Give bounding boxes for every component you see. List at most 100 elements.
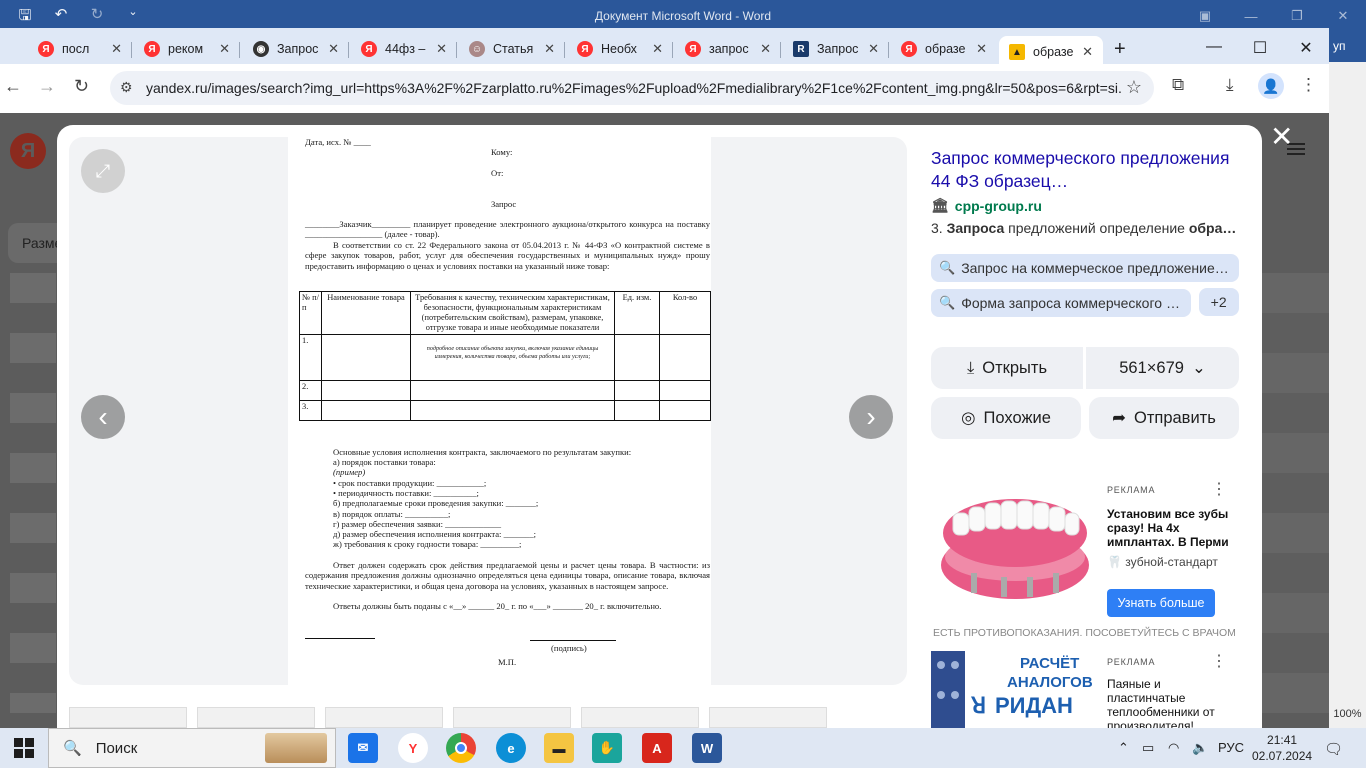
- maximize-icon[interactable]: ☐: [1237, 38, 1283, 58]
- battery-icon[interactable]: ▭: [1142, 740, 1154, 756]
- new-tab-icon[interactable]: +: [1114, 38, 1126, 61]
- tab-close-icon[interactable]: ✕: [328, 41, 339, 57]
- table-header: Кол-во: [659, 290, 711, 336]
- doc-signature: (подпись): [551, 643, 587, 653]
- ad-cta-button[interactable]: Узнать больше: [1107, 589, 1215, 617]
- tab-close-icon[interactable]: ✕: [436, 41, 447, 57]
- thumbnail[interactable]: [453, 707, 571, 728]
- taskbar-search[interactable]: 🔍 Поиск: [48, 728, 336, 768]
- forward-icon[interactable]: →: [38, 76, 56, 97]
- ad-headline[interactable]: Установим все зубы сразу! На 4х импланта…: [1107, 507, 1229, 549]
- doc-condition: • периодичность поставки: __________;: [333, 488, 479, 498]
- more-queries-chip[interactable]: +2: [1198, 288, 1239, 316]
- tab[interactable]: R Запрос ✕: [783, 34, 889, 64]
- ad-card[interactable]: РЕКЛАМА ⋮ Установим все зубы сразу! На 4…: [931, 473, 1237, 643]
- related-query-chip[interactable]: 🔍 Форма запроса коммерческого …: [931, 289, 1191, 317]
- zoom-level: 100%: [1333, 708, 1362, 720]
- ad-card[interactable]: РАСЧЁТ АНАЛОГОВ РИДАН ꓤ РЕКЛАМА ⋮ Паяные…: [931, 645, 1237, 728]
- image-info-panel: Запрос коммерческого предложения 44 ФЗ о…: [919, 137, 1251, 439]
- tab[interactable]: Яобразе ✕: [891, 34, 997, 64]
- thumbnail[interactable]: [709, 707, 827, 728]
- ad-image-text: АНАЛОГОВ: [1007, 674, 1093, 691]
- doc-from: От:: [491, 168, 504, 178]
- thumbnail[interactable]: [69, 707, 187, 728]
- tab-close-icon[interactable]: ✕: [652, 41, 663, 57]
- word-scrollbar[interactable]: [1329, 62, 1366, 728]
- tab-close-icon[interactable]: ✕: [868, 41, 879, 57]
- related-query-chip[interactable]: 🔍 Запрос на коммерческое предложение…: [931, 254, 1239, 282]
- tab[interactable]: Яреком ✕: [134, 34, 240, 64]
- tab[interactable]: ◉ Запрос ✕: [243, 34, 349, 64]
- yandex-logo: Я: [10, 133, 46, 169]
- doc-stamp: М.П.: [498, 657, 517, 667]
- size-select[interactable]: 561×679 ⌄: [1086, 347, 1239, 389]
- yandex-browser-icon[interactable]: Y: [398, 733, 428, 763]
- minimize-icon[interactable]: —: [1191, 38, 1237, 58]
- chevron-down-icon: ⌄: [1191, 359, 1206, 377]
- ad-menu-icon[interactable]: ⋮: [1211, 651, 1227, 671]
- clock[interactable]: 21:41 02.07.2024: [1252, 732, 1312, 764]
- close-viewer-icon[interactable]: ✕: [1270, 120, 1293, 153]
- back-icon[interactable]: ←: [4, 76, 22, 97]
- tab[interactable]: ☺ Статья ✕: [459, 34, 565, 64]
- profile-avatar-icon[interactable]: 👤: [1258, 73, 1284, 99]
- source-title-link[interactable]: Запрос коммерческого предложения 44 ФЗ о…: [931, 147, 1231, 193]
- url-text[interactable]: yandex.ru/images/search?img_url=https%3A…: [146, 80, 1121, 96]
- menu-kebab-icon[interactable]: ⋮: [1300, 75, 1317, 95]
- doc-condition: г) размер обеспечения заявки: __________…: [333, 519, 502, 529]
- similar-button[interactable]: ◎ Похожие: [931, 397, 1081, 439]
- thumbnail[interactable]: [581, 707, 699, 728]
- doc-condition: • срок поставки продукции: ___________;: [333, 478, 487, 488]
- tab[interactable]: Язапрос ✕: [675, 34, 781, 64]
- word-edge-label: уп: [1333, 39, 1346, 53]
- close-icon[interactable]: ✕: [1283, 38, 1329, 58]
- next-image-icon[interactable]: ›: [849, 395, 893, 439]
- source-domain[interactable]: 🏛 cpp-group.ru: [931, 197, 1251, 214]
- wifi-icon[interactable]: ◠: [1168, 740, 1179, 756]
- tab-close-icon[interactable]: ✕: [111, 41, 122, 57]
- extensions-icon[interactable]: ⧉: [1172, 75, 1184, 95]
- r-icon: R: [793, 41, 809, 57]
- background-thumbnails: [10, 273, 56, 713]
- tab-close-icon[interactable]: ✕: [760, 41, 771, 57]
- prev-image-icon[interactable]: ‹: [81, 395, 125, 439]
- tab-close-icon[interactable]: ✕: [544, 41, 555, 57]
- thumbnail[interactable]: [197, 707, 315, 728]
- acrobat-icon[interactable]: A: [642, 733, 672, 763]
- background-thumbnails-right: [1262, 273, 1329, 713]
- site-info-icon[interactable]: ⚙: [120, 79, 133, 96]
- tab-close-icon[interactable]: ✕: [219, 41, 230, 57]
- doc-condition: б) предполагаемые сроки проведения закуп…: [333, 498, 539, 508]
- yandex-icon: Я: [38, 41, 54, 57]
- tab[interactable]: Я 44фз – ✕: [351, 34, 457, 64]
- chrome-icon[interactable]: [446, 733, 476, 763]
- language-indicator[interactable]: РУС: [1218, 740, 1244, 755]
- app-icon[interactable]: ✋: [592, 733, 622, 763]
- file-explorer-icon[interactable]: ▬: [544, 733, 574, 763]
- table-header: Требования к качеству, техническим харак…: [410, 290, 615, 336]
- download-icon[interactable]: ⤓: [1226, 75, 1234, 95]
- fullscreen-icon[interactable]: ⤢: [81, 149, 125, 193]
- ad-site: 🦷 зубной-стандарт: [1107, 555, 1218, 569]
- thumbnail[interactable]: [325, 707, 443, 728]
- ad-menu-icon[interactable]: ⋮: [1211, 479, 1227, 499]
- volume-icon[interactable]: 🔈: [1192, 740, 1208, 756]
- edge-icon[interactable]: e: [496, 733, 526, 763]
- tab[interactable]: Япосл ✕: [28, 34, 132, 64]
- tab[interactable]: Я Необх ✕: [567, 34, 673, 64]
- tray-chevron-icon[interactable]: ⌃: [1118, 740, 1129, 756]
- word-icon[interactable]: W: [692, 733, 722, 763]
- reload-icon[interactable]: ↻: [74, 76, 89, 97]
- mail-app-icon[interactable]: ✉: [348, 733, 378, 763]
- tab-close-icon[interactable]: ✕: [976, 41, 987, 57]
- share-button[interactable]: ➦ Отправить: [1089, 397, 1239, 439]
- taskbar: 🔍 Поиск ✉ Y e ▬ ✋ A W ⌃ ▭ ◠ 🔈 РУС 21:41 0…: [0, 728, 1366, 768]
- tab-close-icon[interactable]: ✕: [1082, 44, 1093, 60]
- ad-headline[interactable]: Паяные и пластинчатые теплообменники от …: [1107, 677, 1229, 728]
- notifications-icon[interactable]: 🗨: [1324, 740, 1343, 758]
- bookmark-star-icon[interactable]: ☆: [1126, 77, 1142, 98]
- share-arrow-icon: ➦: [1112, 409, 1126, 427]
- windows-start-icon[interactable]: [14, 738, 34, 758]
- address-bar[interactable]: ⚙ yandex.ru/images/search?img_url=https%…: [110, 71, 1154, 105]
- open-button[interactable]: ⤓ Открыть: [931, 347, 1083, 389]
